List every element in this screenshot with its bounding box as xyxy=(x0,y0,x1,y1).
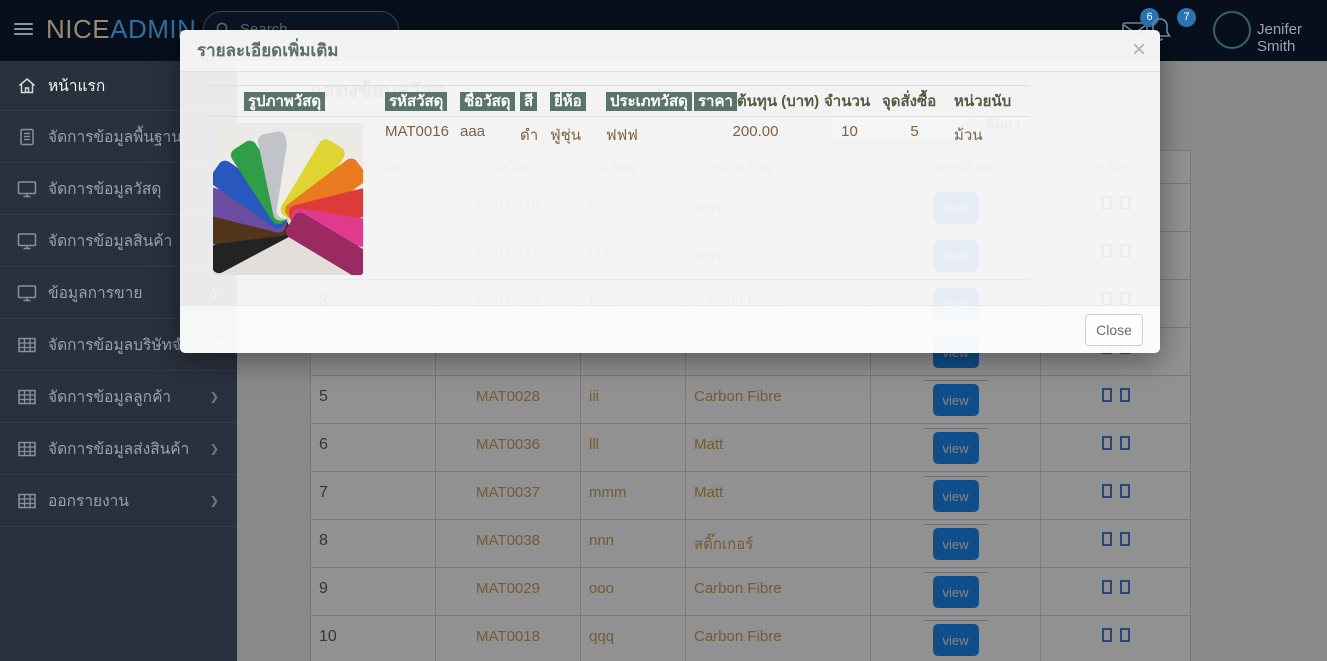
notifications-badge: 7 xyxy=(1177,8,1196,27)
sidebar-item-label: จัดการข้อมูลส่งสินค้า xyxy=(48,441,190,458)
modal-header: รายละเอียดเพิ่มเติม × xyxy=(180,30,1160,72)
monitor-icon xyxy=(17,179,37,199)
col-header-unit: หน่วยนับ xyxy=(954,93,1012,110)
col-header-image: รูปภาพวัสดุ xyxy=(244,92,326,111)
sidebar-item-8[interactable]: ออกรายงาน ❯ xyxy=(0,474,237,526)
detail-type: ฟฟฟ xyxy=(601,116,689,280)
chevron-right-icon: ❯ xyxy=(209,443,219,455)
monitor-icon xyxy=(17,283,37,303)
material-image xyxy=(213,123,363,275)
app-logo[interactable]: NICEADMIN xyxy=(46,14,196,45)
sidebar-item-label: จัดการข้อมูลวัสดุ xyxy=(48,181,162,198)
hamburger-menu-icon[interactable] xyxy=(14,23,33,37)
col-header-code: รหัสวัสดุ xyxy=(385,92,448,111)
sidebar-item-label: หน้าแรก xyxy=(48,78,106,95)
logo-part-1: NICE xyxy=(46,14,111,44)
close-button[interactable]: Close xyxy=(1085,314,1143,346)
detail-cost-price: 200.00 xyxy=(689,116,819,280)
detail-reorder-point: 5 xyxy=(877,116,949,280)
sidebar-item-6[interactable]: จัดการข้อมูลลูกค้า ❯ xyxy=(0,370,237,422)
material-detail-table: รูปภาพวัสดุ รหัสวัสดุ ชื่อวัสดุ สี ยี่ห้… xyxy=(208,85,1030,280)
detail-color: ดำ xyxy=(515,116,545,280)
col-header-price-selected: ราคา xyxy=(694,92,737,111)
grid-icon xyxy=(17,335,37,355)
sidebar-item-label: ออกรายงาน xyxy=(48,493,129,510)
material-detail-modal: รายละเอียดเพิ่มเติม × รูปภาพวัสดุ รหัสวั… xyxy=(180,30,1160,353)
close-icon[interactable]: × xyxy=(1132,36,1146,64)
user-avatar[interactable] xyxy=(1213,11,1251,49)
document-icon xyxy=(17,127,37,147)
grid-icon xyxy=(17,439,37,459)
chevron-right-icon: ❯ xyxy=(209,495,219,507)
col-header-type: ประเภทวัสดุ xyxy=(606,92,692,111)
modal-footer: Close xyxy=(180,305,1160,353)
grid-icon xyxy=(17,491,37,511)
modal-body: รูปภาพวัสดุ รหัสวัสดุ ชื่อวัสดุ สี ยี่ห้… xyxy=(180,72,1160,305)
detail-name: aaa xyxy=(455,116,515,280)
col-header-name: ชื่อวัสดุ xyxy=(460,92,515,111)
sidebar-item-label: จัดการข้อมูลสินค้า xyxy=(48,233,173,250)
monitor-icon xyxy=(17,231,37,251)
col-header-reorder: จุดสั่งซื้อ xyxy=(882,93,937,110)
sidebar-item-label: ข้อมูลการขาย xyxy=(48,285,143,302)
col-header-brand: ยี่ห้อ xyxy=(550,92,586,111)
sidebar-item-7[interactable]: จัดการข้อมูลส่งสินค้า ❯ xyxy=(0,422,237,474)
sidebar-item-label: จัดการข้อมูลลูกค้า xyxy=(48,389,172,406)
detail-quantity: 10 xyxy=(819,116,877,280)
user-name[interactable]: Jenifer Smith xyxy=(1257,21,1327,55)
chevron-right-icon: ❯ xyxy=(209,391,219,403)
detail-brand: ฟู่ชุ่น xyxy=(545,116,601,280)
col-header-color: สี xyxy=(520,92,538,111)
col-header-quantity: จำนวน xyxy=(824,93,871,110)
detail-code: MAT0016 xyxy=(380,116,455,280)
detail-header-row: รูปภาพวัสดุ รหัสวัสดุ ชื่อวัสดุ สี ยี่ห้… xyxy=(208,85,1030,117)
modal-title: รายละเอียดเพิ่มเติม xyxy=(197,41,339,60)
col-header-price-rest: ต้นทุน (บาท) xyxy=(736,93,820,110)
home-icon xyxy=(17,76,37,96)
detail-unit: ม้วน xyxy=(949,116,1030,280)
grid-icon xyxy=(17,387,37,407)
sidebar-item-label: จัดการข้อมูลพื้นฐาน xyxy=(48,129,182,146)
detail-data-row: MAT0016 aaa ดำ ฟู่ชุ่น ฟฟฟ 200.00 10 5 ม… xyxy=(208,116,1030,280)
